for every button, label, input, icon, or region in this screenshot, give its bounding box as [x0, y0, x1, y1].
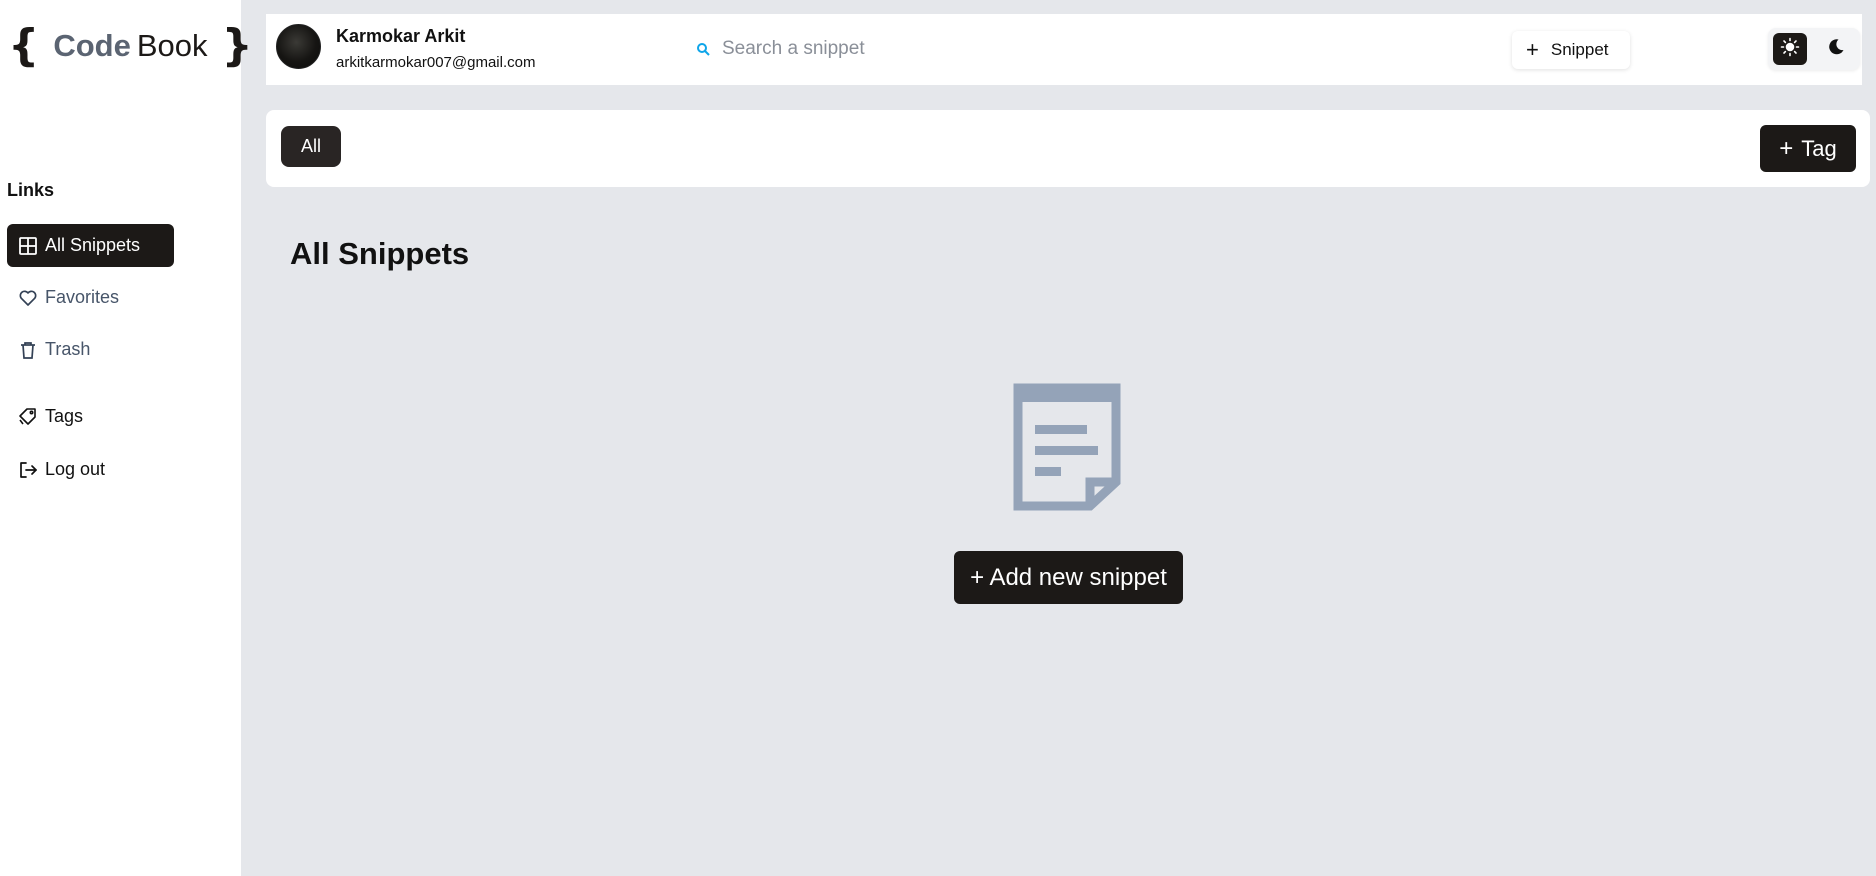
sidebar-item-favorites[interactable]: Favorites — [7, 276, 119, 319]
sidebar-item-logout[interactable]: Log out — [7, 448, 105, 491]
logo-book-text: Book — [136, 28, 208, 63]
add-snippet-label: Snippet — [1550, 40, 1609, 59]
sun-icon — [1780, 37, 1800, 62]
tag-all-button[interactable]: All — [281, 126, 341, 167]
add-tag-label: Tag — [1801, 135, 1837, 161]
sidebar-item-label: Favorites — [45, 287, 120, 307]
logo-brace-open: { — [8, 20, 40, 71]
heart-icon — [18, 288, 38, 308]
top-bar: Karmokar Arkit arkitkarmokar007@gmail.co… — [266, 14, 1862, 85]
logout-icon — [18, 460, 38, 480]
sidebar-item-label: All Snippets — [45, 235, 141, 255]
sidebar-item-label: Log out — [45, 459, 106, 479]
empty-document-icon — [1013, 383, 1121, 511]
grid-icon — [18, 236, 38, 256]
add-snippet-button[interactable]: + Snippet — [1512, 31, 1630, 69]
sidebar-item-label: Trash — [45, 339, 91, 359]
search-icon — [696, 42, 710, 56]
sidebar-item-all-snippets[interactable]: All Snippets — [7, 224, 174, 267]
logo-brace-close: } — [221, 20, 253, 71]
sidebar-item-trash[interactable]: Trash — [7, 328, 90, 371]
links-heading: Links — [7, 180, 55, 200]
user-name: Karmokar Arkit — [336, 26, 466, 46]
logo-code-text: Code — [53, 28, 131, 63]
trash-icon — [18, 340, 38, 360]
sidebar: { Code Book } Links All Snippets Favorit… — [0, 0, 253, 876]
plus-icon: + — [1779, 134, 1794, 162]
search-bar — [696, 32, 1196, 66]
light-mode-button[interactable] — [1773, 33, 1807, 65]
add-new-snippet-button[interactable]: + Add new snippet — [953, 550, 1184, 605]
plus-icon: + — [1526, 37, 1539, 62]
user-email: arkitkarmokar007@gmail.com — [336, 54, 536, 71]
avatar[interactable] — [276, 24, 321, 69]
tag-icon — [18, 407, 38, 427]
tag-bar: All + Tag — [266, 110, 1870, 187]
sidebar-item-tags[interactable]: Tags — [7, 395, 83, 438]
page-title: All Snippets — [290, 236, 470, 271]
moon-icon — [1826, 37, 1846, 62]
sidebar-item-label: Tags — [45, 406, 84, 426]
add-tag-button[interactable]: + Tag — [1760, 125, 1856, 172]
dark-mode-button[interactable] — [1819, 33, 1853, 65]
logo[interactable]: { Code Book } — [8, 22, 253, 70]
search-input[interactable] — [722, 38, 1122, 60]
theme-toggle — [1768, 28, 1860, 70]
